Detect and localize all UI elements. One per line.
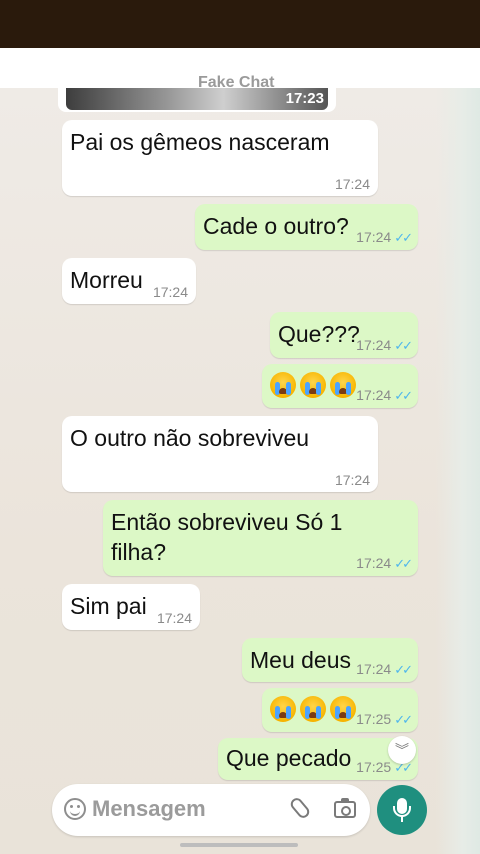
message-text: Pai os gêmeos nasceram (70, 129, 330, 155)
crying-face-icon (330, 372, 356, 398)
crying-face-icon (300, 372, 326, 398)
message-text: Sim pai (70, 593, 147, 619)
message-text: Então sobreviveu Só 1 filha? (111, 509, 343, 565)
read-receipt-icon: ✓✓ (394, 556, 413, 571)
message-text: O outro não sobreviveu (70, 425, 310, 451)
message-bubble[interactable]: Sim pai 17:24 (62, 584, 200, 630)
message-time: 17:24 (356, 337, 392, 353)
wallpaper-edge (436, 88, 480, 854)
read-receipt-icon: ✓✓ (394, 230, 413, 245)
message-time: 17:24 (152, 284, 188, 300)
home-indicator (180, 843, 298, 847)
double-chevron-down-icon: ︾ (395, 742, 409, 758)
crying-face-icon (270, 696, 296, 722)
message-text: Que pecado (226, 745, 352, 771)
camera-icon[interactable] (334, 798, 356, 818)
scroll-down-button[interactable]: ︾ (388, 736, 416, 764)
read-receipt-icon: ✓✓ (394, 388, 413, 403)
message-text: Que??? (278, 321, 360, 347)
message-input[interactable]: Mensagem (92, 796, 206, 822)
message-time: 17:25 (356, 759, 392, 775)
message-bubble[interactable]: Pai os gêmeos nasceram 17:24 (62, 120, 378, 196)
read-receipt-icon: ✓✓ (394, 712, 413, 727)
message-input-bar[interactable]: Mensagem (52, 784, 370, 836)
image-caption: Fake Chat (198, 74, 275, 91)
message-bubble[interactable]: 17:24 ✓✓ (262, 364, 418, 408)
message-time: 17:25 (356, 711, 392, 727)
image-message[interactable]: Fake Chat 17:23 (58, 74, 336, 112)
message-time: 17:24 (334, 472, 370, 488)
message-time: 17:24 (334, 176, 370, 192)
crying-face-icon (330, 696, 356, 722)
emoji-row (270, 694, 360, 724)
message-text: Meu deus (250, 647, 352, 673)
message-time: 17:24 (356, 555, 392, 571)
message-bubble[interactable]: O outro não sobreviveu 17:24 (62, 416, 378, 492)
crying-face-icon (270, 372, 296, 398)
message-bubble[interactable]: Meu deus 17:24 ✓✓ (242, 638, 418, 682)
attach-icon[interactable] (288, 795, 312, 821)
read-receipt-icon: ✓✓ (394, 338, 413, 353)
message-time: 17:24 (356, 387, 392, 403)
status-bar (0, 0, 480, 48)
message-text: Cade o outro? (203, 213, 349, 239)
emoji-icon[interactable] (64, 798, 86, 820)
message-time: 17:24 (356, 229, 392, 245)
image-time: 17:23 (285, 90, 324, 107)
message-bubble[interactable]: Morreu 17:24 (62, 258, 196, 304)
message-time: 17:24 (156, 610, 192, 626)
message-bubble[interactable]: Então sobreviveu Só 1 filha? 17:24 ✓✓ (103, 500, 418, 576)
crying-face-icon (300, 696, 326, 722)
emoji-row (270, 370, 360, 400)
read-receipt-icon: ✓✓ (394, 662, 413, 677)
mic-button[interactable] (377, 785, 427, 835)
message-bubble[interactable]: 17:25 ✓✓ (262, 688, 418, 732)
message-bubble[interactable]: Cade o outro? 17:24 ✓✓ (195, 204, 418, 250)
message-bubble[interactable]: Que??? 17:24 ✓✓ (270, 312, 418, 358)
message-text: Morreu (70, 267, 143, 293)
message-time: 17:24 (356, 661, 392, 677)
